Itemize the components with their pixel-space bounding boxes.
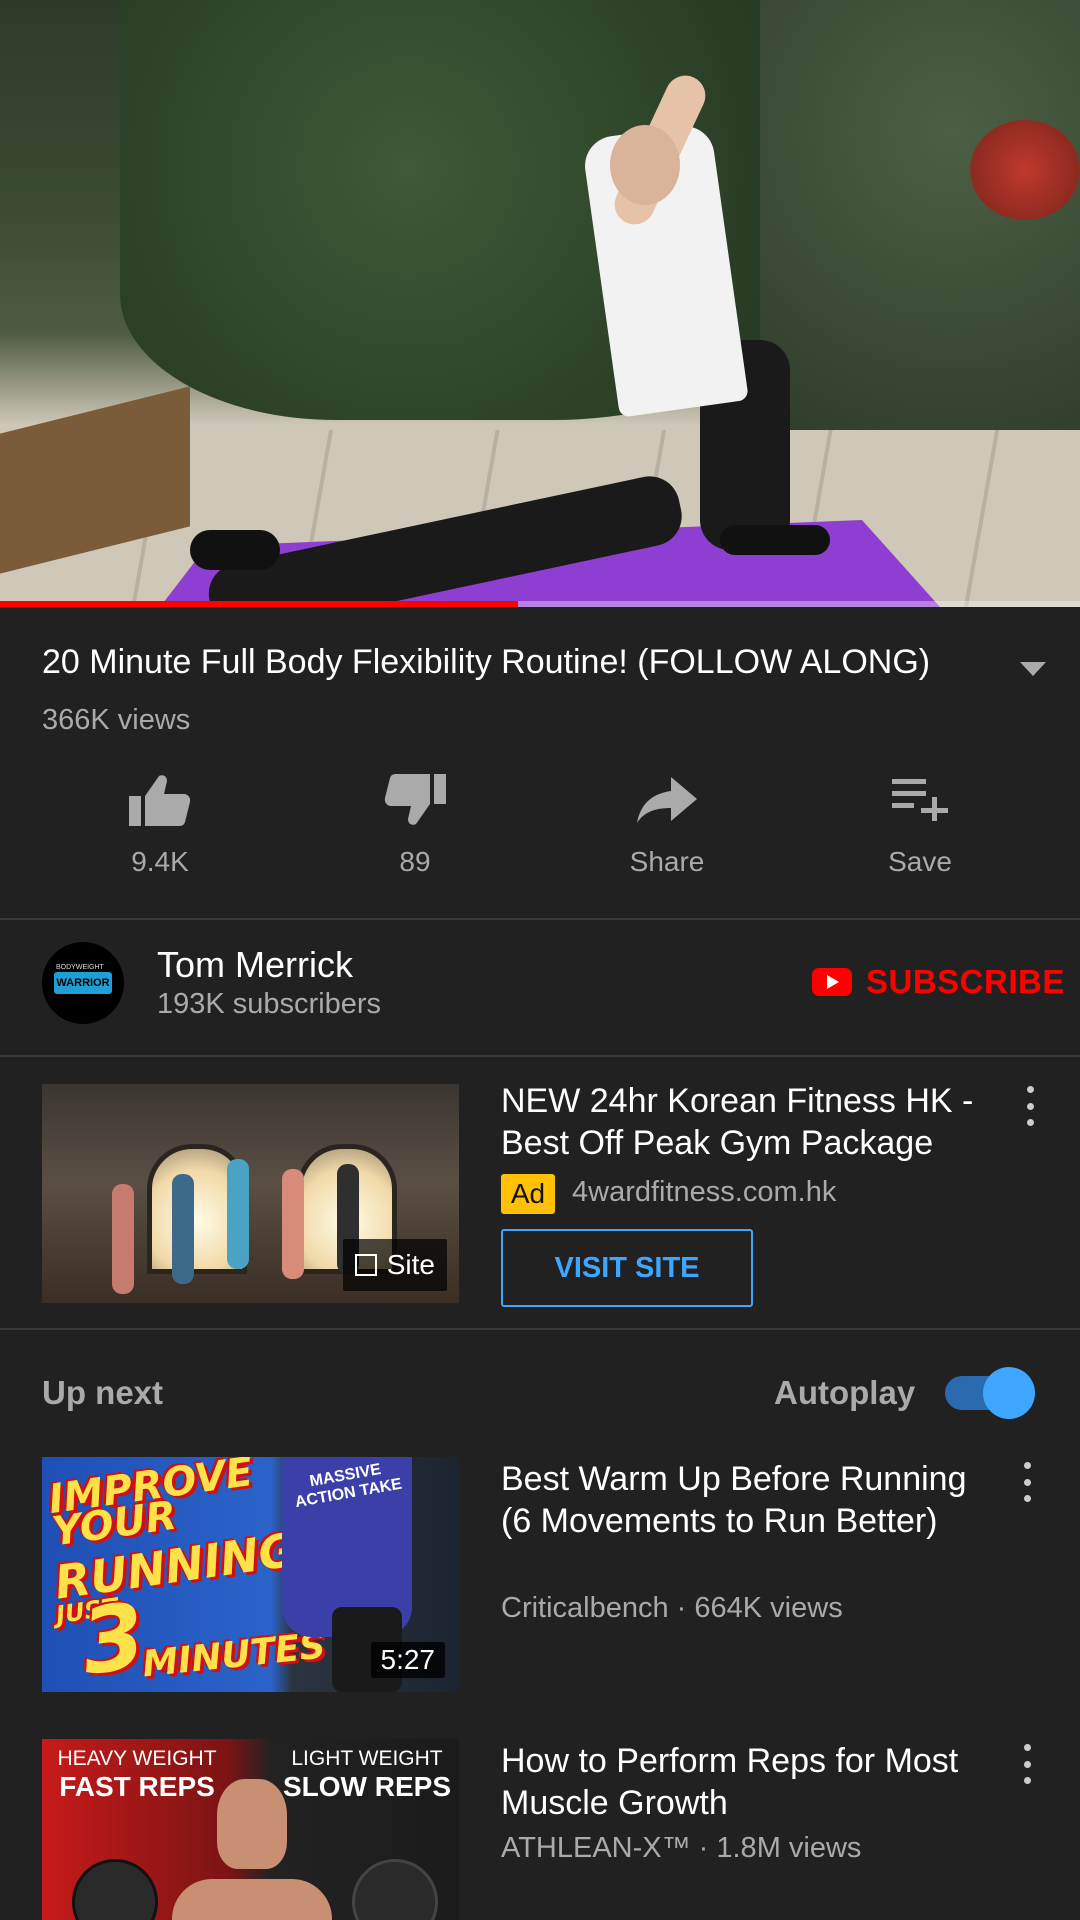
ad-title[interactable]: NEW 24hr Korean Fitness HK - Best Off Pe… — [501, 1080, 1011, 1164]
channel-avatar[interactable]: BODYWEIGHT WARRIOR — [42, 942, 124, 1024]
video-frame-foot — [190, 530, 280, 570]
thumbnail-figure — [172, 1174, 194, 1284]
thumbnail-text-top: HEAVY WEIGHT — [57, 1747, 217, 1770]
thumbnail-body — [172, 1879, 332, 1920]
up-next-label: Up next — [42, 1374, 164, 1411]
video-frame-foot — [720, 525, 830, 555]
site-badge-label: Site — [386, 1249, 435, 1280]
subscribe-button[interactable]: SUBSCRIBE — [812, 960, 1065, 1004]
video-more-options-icon[interactable] — [1022, 1744, 1032, 1784]
like-count: 9.4K — [131, 846, 189, 877]
thumbnail-figure — [282, 1169, 304, 1279]
video-player[interactable] — [0, 0, 1080, 607]
video-duration: 5:27 — [370, 1642, 445, 1678]
avatar-logo: WARRIOR — [54, 972, 112, 994]
video-thumbnail[interactable]: IMPROVE YOUR RUNNING JUST 3 MINUTES MASS… — [42, 1457, 459, 1692]
thumbs-down-icon — [315, 770, 515, 830]
expand-description-icon[interactable] — [1020, 662, 1046, 676]
action-row: 9.4K 89 Share Save — [0, 770, 1080, 890]
autoplay-label: Autoplay — [774, 1374, 916, 1411]
external-link-icon — [354, 1254, 377, 1276]
thumbnail-text-top: LIGHT WEIGHT — [291, 1747, 443, 1770]
divider — [0, 1055, 1080, 1057]
dumbbell-icon — [352, 1859, 438, 1920]
thumbnail-text: HEAVY WEIGHT FAST REPS — [52, 1747, 222, 1803]
thumbnail-figure — [112, 1184, 134, 1294]
autoplay-toggle-knob[interactable] — [983, 1367, 1035, 1419]
share-icon — [567, 770, 767, 830]
save-label: Save — [888, 846, 952, 877]
youtube-logo-icon — [812, 968, 852, 996]
share-button[interactable]: Share — [567, 770, 767, 878]
channel-name[interactable]: Tom Merrick — [157, 944, 353, 986]
playlist-add-icon — [820, 770, 1020, 830]
thumbnail-text: 3 — [74, 1583, 152, 1692]
video-thumbnail[interactable]: HEAVY WEIGHT FAST REPS LIGHT WEIGHT SLOW… — [42, 1739, 459, 1920]
dislike-count: 89 — [399, 846, 431, 877]
video-meta: Criticalbench · 664K views — [501, 1592, 843, 1624]
video-frame-tree — [760, 0, 1080, 440]
share-label: Share — [629, 846, 705, 877]
video-title[interactable]: How to Perform Reps for Most Muscle Grow… — [501, 1740, 971, 1824]
thumbnail-text-bottom: FAST REPS — [59, 1771, 215, 1802]
thumbnail-figure — [227, 1159, 249, 1269]
ad-badge: Ad — [501, 1174, 555, 1214]
video-frame-bush — [970, 120, 1080, 220]
video-frame-head — [610, 125, 680, 205]
thumbs-up-icon — [60, 770, 260, 830]
dumbbell-icon — [72, 1859, 158, 1920]
thumbnail-text-bottom: SLOW REPS — [282, 1771, 451, 1802]
video-progress-fill — [0, 601, 519, 607]
avatar-logo-top: BODYWEIGHT — [56, 964, 104, 971]
video-more-options-icon[interactable] — [1022, 1462, 1032, 1502]
like-button[interactable]: 9.4K — [60, 770, 260, 878]
video-title: 20 Minute Full Body Flexibility Routine!… — [42, 643, 931, 681]
thumbnail-face — [217, 1779, 287, 1869]
ad-thumbnail[interactable]: Site — [42, 1084, 459, 1303]
site-badge: Site — [342, 1239, 447, 1291]
thumbnail-text: LIGHT WEIGHT SLOW REPS — [282, 1747, 452, 1803]
divider — [0, 1328, 1080, 1330]
video-meta: ATHLEAN-X™ · 1.8M views — [501, 1832, 862, 1864]
save-button[interactable]: Save — [820, 770, 1020, 878]
dislike-button[interactable]: 89 — [315, 770, 515, 878]
ad-url: 4wardfitness.com.hk — [572, 1176, 837, 1208]
video-title[interactable]: Best Warm Up Before Running (6 Movements… — [501, 1458, 971, 1542]
ad-more-options-icon[interactable] — [1025, 1086, 1035, 1126]
view-count: 366K views — [42, 704, 191, 736]
channel-subscribers: 193K subscribers — [157, 988, 382, 1020]
subscribe-label: SUBSCRIBE — [866, 963, 1065, 1000]
divider — [0, 918, 1080, 920]
visit-site-button[interactable]: VISIT SITE — [501, 1229, 753, 1307]
